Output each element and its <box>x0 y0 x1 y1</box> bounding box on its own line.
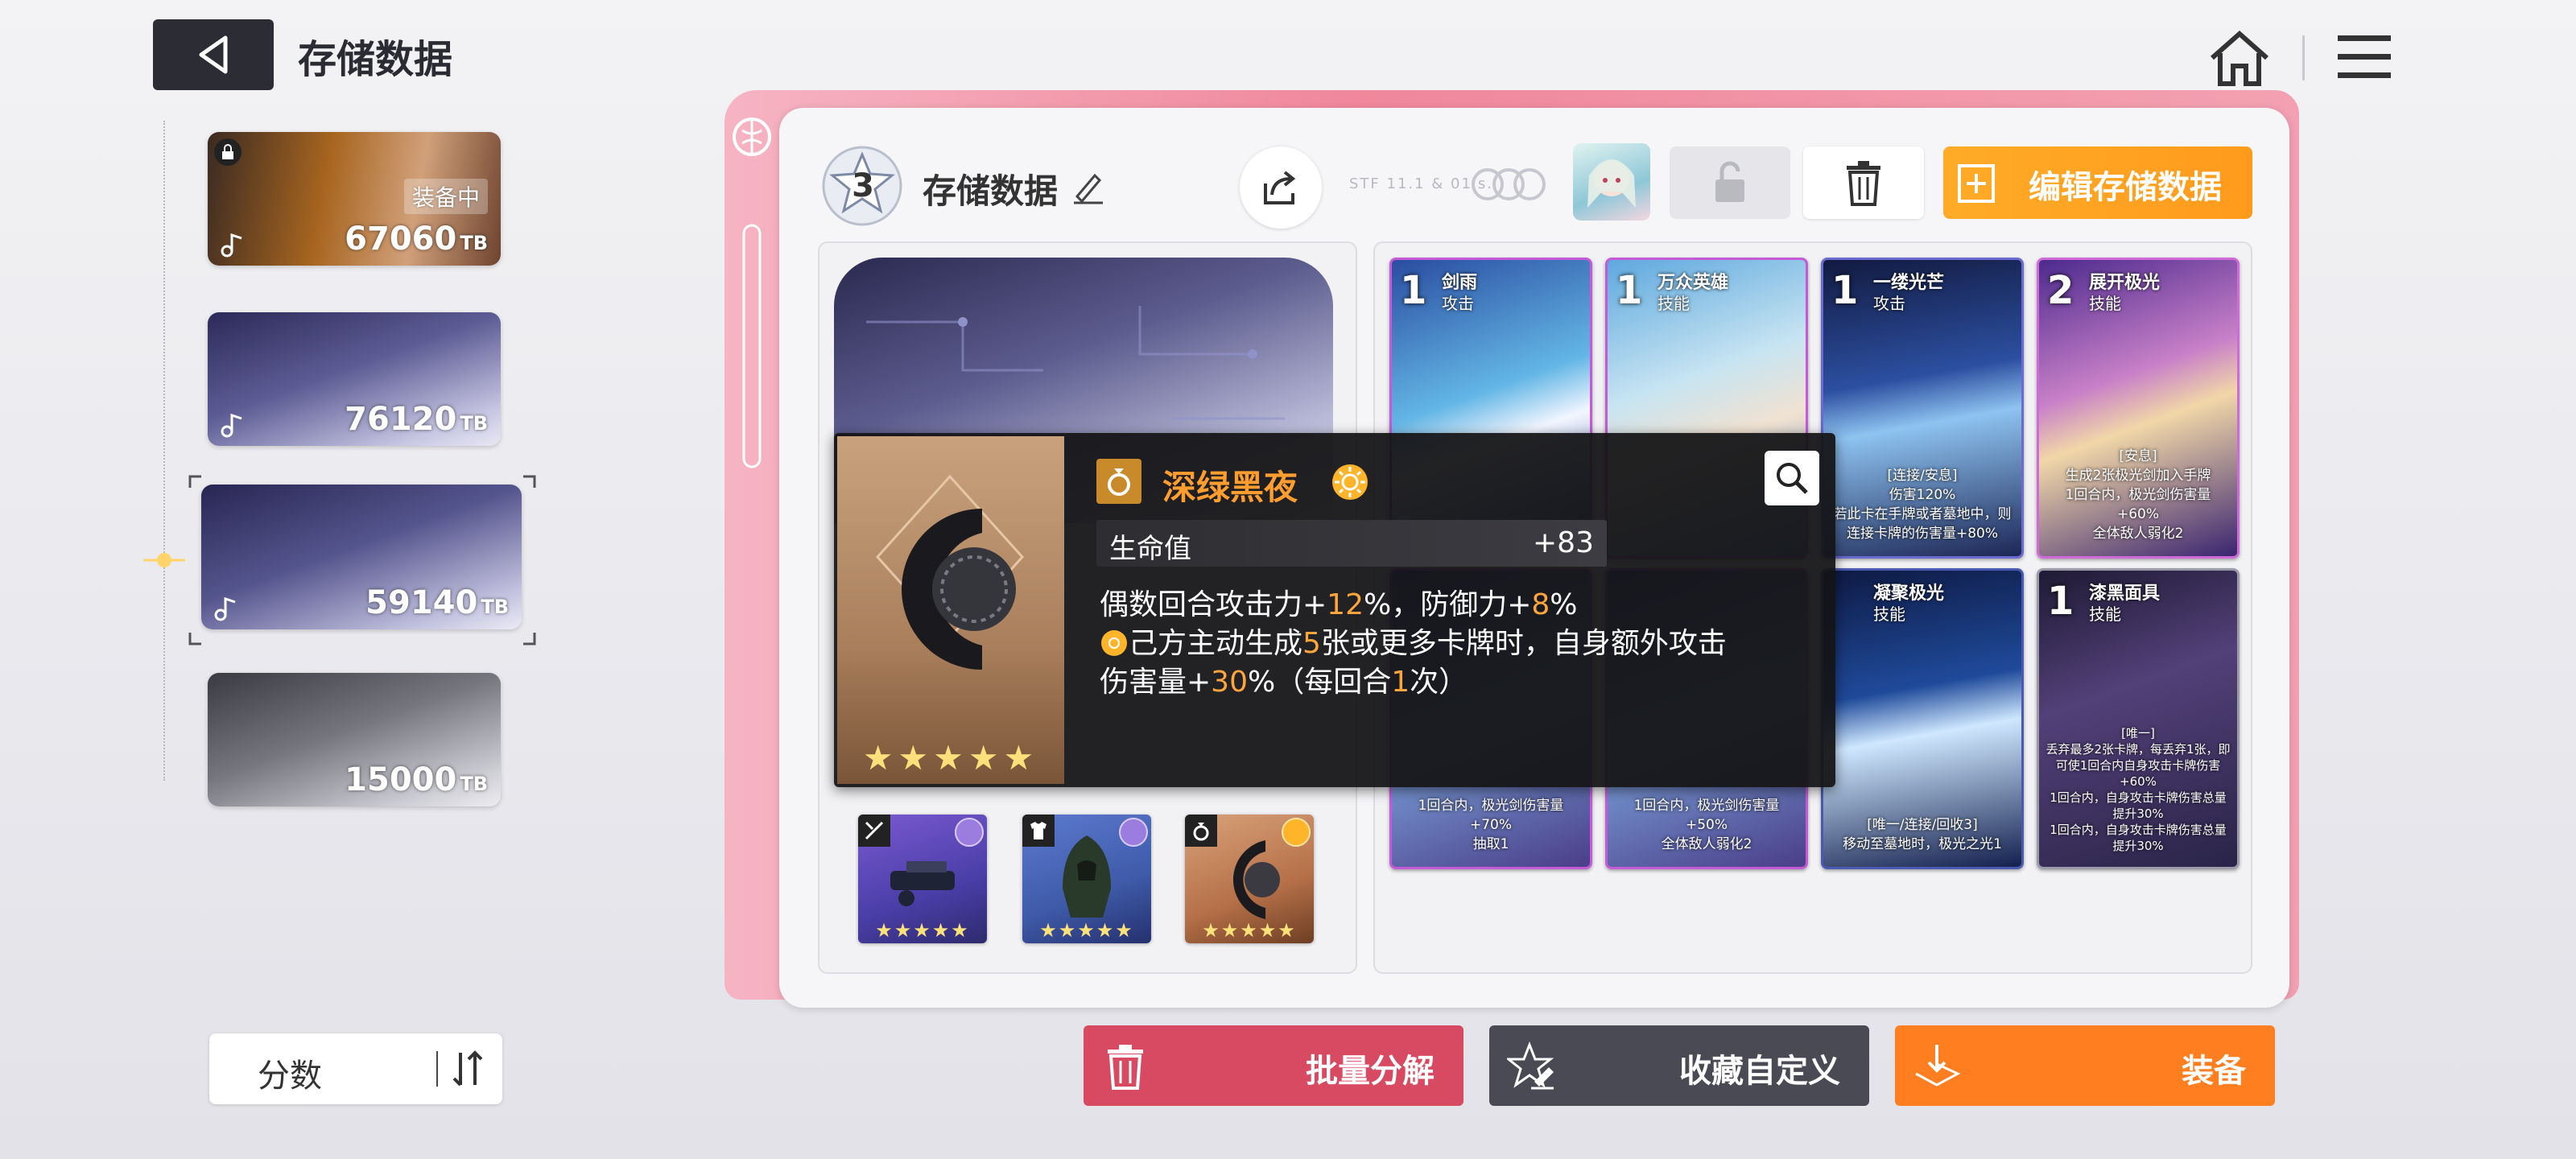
sun-orb-icon <box>1282 818 1311 847</box>
card-cost: 1 <box>1400 268 1427 313</box>
brain-icon <box>733 118 771 468</box>
trash-icon <box>1847 161 1880 206</box>
music-note-icon <box>214 596 236 621</box>
effect-line-3: 伤害量+30%（每回合1次） <box>1100 666 1468 699</box>
card-type: 技能 <box>1657 294 1690 313</box>
delete-button[interactable] <box>1803 146 1924 219</box>
bulk-decompose-label: 批量分解 <box>1306 1053 1435 1090</box>
save-item-3[interactable]: 59140 TB <box>201 485 522 629</box>
edit-save-label: 编辑存储数据 <box>2029 169 2222 206</box>
music-note-icon <box>221 413 242 438</box>
trash-icon <box>1108 1045 1143 1090</box>
back-arrow-icon <box>199 35 228 74</box>
effect-line-2: 己方主动生成5张或更多卡牌时，自身额外攻击 <box>1100 625 1727 663</box>
card-3[interactable]: 1 一缕光芒 攻击 [连接/安息] 伤害120% 若此卡在手牌或者墓地中，则连接… <box>1821 258 2024 559</box>
item-stars: ★★★★★ <box>862 738 1039 777</box>
card-cost: 2 <box>2047 268 2074 313</box>
edit-data-icon <box>1958 164 1995 203</box>
item-tooltip: ★★★★★ 深绿黑夜 生命值 +83 偶数回合攻击力+12%，防御力+8% 己方… <box>834 433 1835 787</box>
share-button[interactable] <box>1240 146 1322 229</box>
rarity-orb-icon <box>1119 818 1148 847</box>
save-name: 存储数据 <box>923 171 1059 211</box>
card-type: 攻击 <box>1442 294 1474 313</box>
search-icon <box>1777 463 1808 494</box>
character-avatar[interactable] <box>1573 143 1650 221</box>
stat-label: 生命值 <box>1109 533 1191 565</box>
card-description: [连接/安息] 伤害120% 若此卡在手牌或者墓地中，则连接卡牌的伤害量+80% <box>1833 468 2012 542</box>
card-type: 技能 <box>1873 604 1905 624</box>
music-note-icon <box>221 233 242 258</box>
lock-button[interactable] <box>1670 146 1790 219</box>
lock-icon <box>214 138 242 166</box>
save-item-4[interactable]: 15000 TB <box>208 673 501 806</box>
sun-set-icon <box>1101 630 1127 656</box>
card-description: [唯一/连接/回收3] 移动至墓地时，极光之光1 <box>1843 817 2002 852</box>
equip-slot-accessory[interactable]: ★★★★★ <box>1185 815 1314 943</box>
favorite-custom-label: 收藏自定义 <box>1679 1053 1840 1090</box>
card-description: 1回合内，极光剑伤害量+70% 抽取1 <box>1418 798 1564 852</box>
equip-icon <box>1915 1045 1961 1087</box>
equip-button[interactable]: 装备 <box>1895 1025 2275 1106</box>
equip-stars: ★★★★★ <box>1039 919 1134 942</box>
card-type: 技能 <box>2089 294 2121 313</box>
ring-icon <box>1185 815 1217 847</box>
card-7[interactable]: 凝聚极光 技能 [唯一/连接/回收3] 移动至墓地时，极光之光1 <box>1821 568 2024 869</box>
sort-divider <box>436 1051 438 1087</box>
save-item-1[interactable]: 装备中 67060 TB <box>208 132 501 266</box>
sword-icon <box>858 815 890 847</box>
sort-order-icon[interactable] <box>451 1050 486 1088</box>
save-score: 76120 TB <box>345 401 488 438</box>
equip-slot-weapon[interactable]: ★★★★★ <box>858 815 987 943</box>
equip-stars: ★★★★★ <box>1202 919 1297 942</box>
back-button[interactable] <box>153 19 274 90</box>
card-description: 1回合内，极光剑伤害量+50% 全体敌人弱化2 <box>1633 798 1780 852</box>
save-score: 67060 TB <box>345 221 488 258</box>
save-score: 59140 TB <box>365 584 509 621</box>
equip-label: 装备 <box>2182 1053 2246 1090</box>
sort-selector[interactable]: 分数 <box>209 1033 502 1104</box>
equipped-tag: 装备中 <box>403 179 488 214</box>
card-type: 技能 <box>2089 604 2121 624</box>
ring-icon <box>1096 459 1141 504</box>
stat-value: +83 <box>1533 526 1594 559</box>
selection-marker-icon <box>143 553 185 567</box>
save-item-2[interactable]: 76120 TB <box>208 312 501 446</box>
card-cost: 1 <box>1831 268 1859 313</box>
armor-icon <box>1022 815 1055 847</box>
sort-label: 分数 <box>258 1058 322 1095</box>
sun-set-icon <box>1332 464 1368 500</box>
equip-slot-armor[interactable]: ★★★★★ <box>1022 815 1151 943</box>
rings-icon <box>1472 168 1546 200</box>
edit-save-button[interactable]: 编辑存储数据 <box>1943 146 2252 219</box>
card-description: [安息] 生成2张极光剑加入手牌 1回合内，极光剑伤害量+60% 全体敌人弱化2 <box>2065 448 2211 542</box>
page-title: 存储数据 <box>298 37 453 82</box>
effect-line-1: 偶数回合攻击力+12%，防御力+8% <box>1100 588 1578 621</box>
stat-row: 生命值 +83 <box>1096 520 1607 567</box>
search-button[interactable] <box>1765 451 1819 505</box>
home-icon[interactable] <box>2207 29 2272 87</box>
hamburger-menu-icon[interactable] <box>2334 32 2394 80</box>
card-cost: 1 <box>2047 579 2074 624</box>
level-number: 3 <box>852 167 874 204</box>
star-edit-icon <box>1507 1041 1554 1090</box>
unlock-icon <box>1715 161 1744 202</box>
share-icon <box>1264 171 1296 204</box>
bulk-decompose-button[interactable]: 批量分解 <box>1084 1025 1463 1106</box>
card-4[interactable]: 2 展开极光 技能 [安息] 生成2张极光剑加入手牌 1回合内，极光剑伤害量+6… <box>2037 258 2240 559</box>
list-guide-line <box>163 121 167 781</box>
equip-stars: ★★★★★ <box>875 919 970 942</box>
rarity-orb-icon <box>955 818 984 847</box>
pencil-icon[interactable] <box>1071 169 1106 204</box>
save-score: 15000 TB <box>345 761 488 798</box>
card-description: [唯一] 丢弃最多2张卡牌，每丢弃1张，即可使1回合内自身攻击卡牌伤害+60% … <box>2046 726 2231 853</box>
favorite-custom-button[interactable]: 收藏自定义 <box>1489 1025 1869 1106</box>
card-8[interactable]: 1 漆黑面具 技能 [唯一] 丢弃最多2张卡牌，每丢弃1张，即可使1回合内自身攻… <box>2037 568 2240 869</box>
item-image: ★★★★★ <box>837 436 1064 784</box>
top-divider <box>2302 35 2305 80</box>
card-cost: 1 <box>1616 268 1643 313</box>
card-type: 攻击 <box>1873 294 1905 313</box>
item-name: 深绿黑夜 <box>1162 468 1298 507</box>
